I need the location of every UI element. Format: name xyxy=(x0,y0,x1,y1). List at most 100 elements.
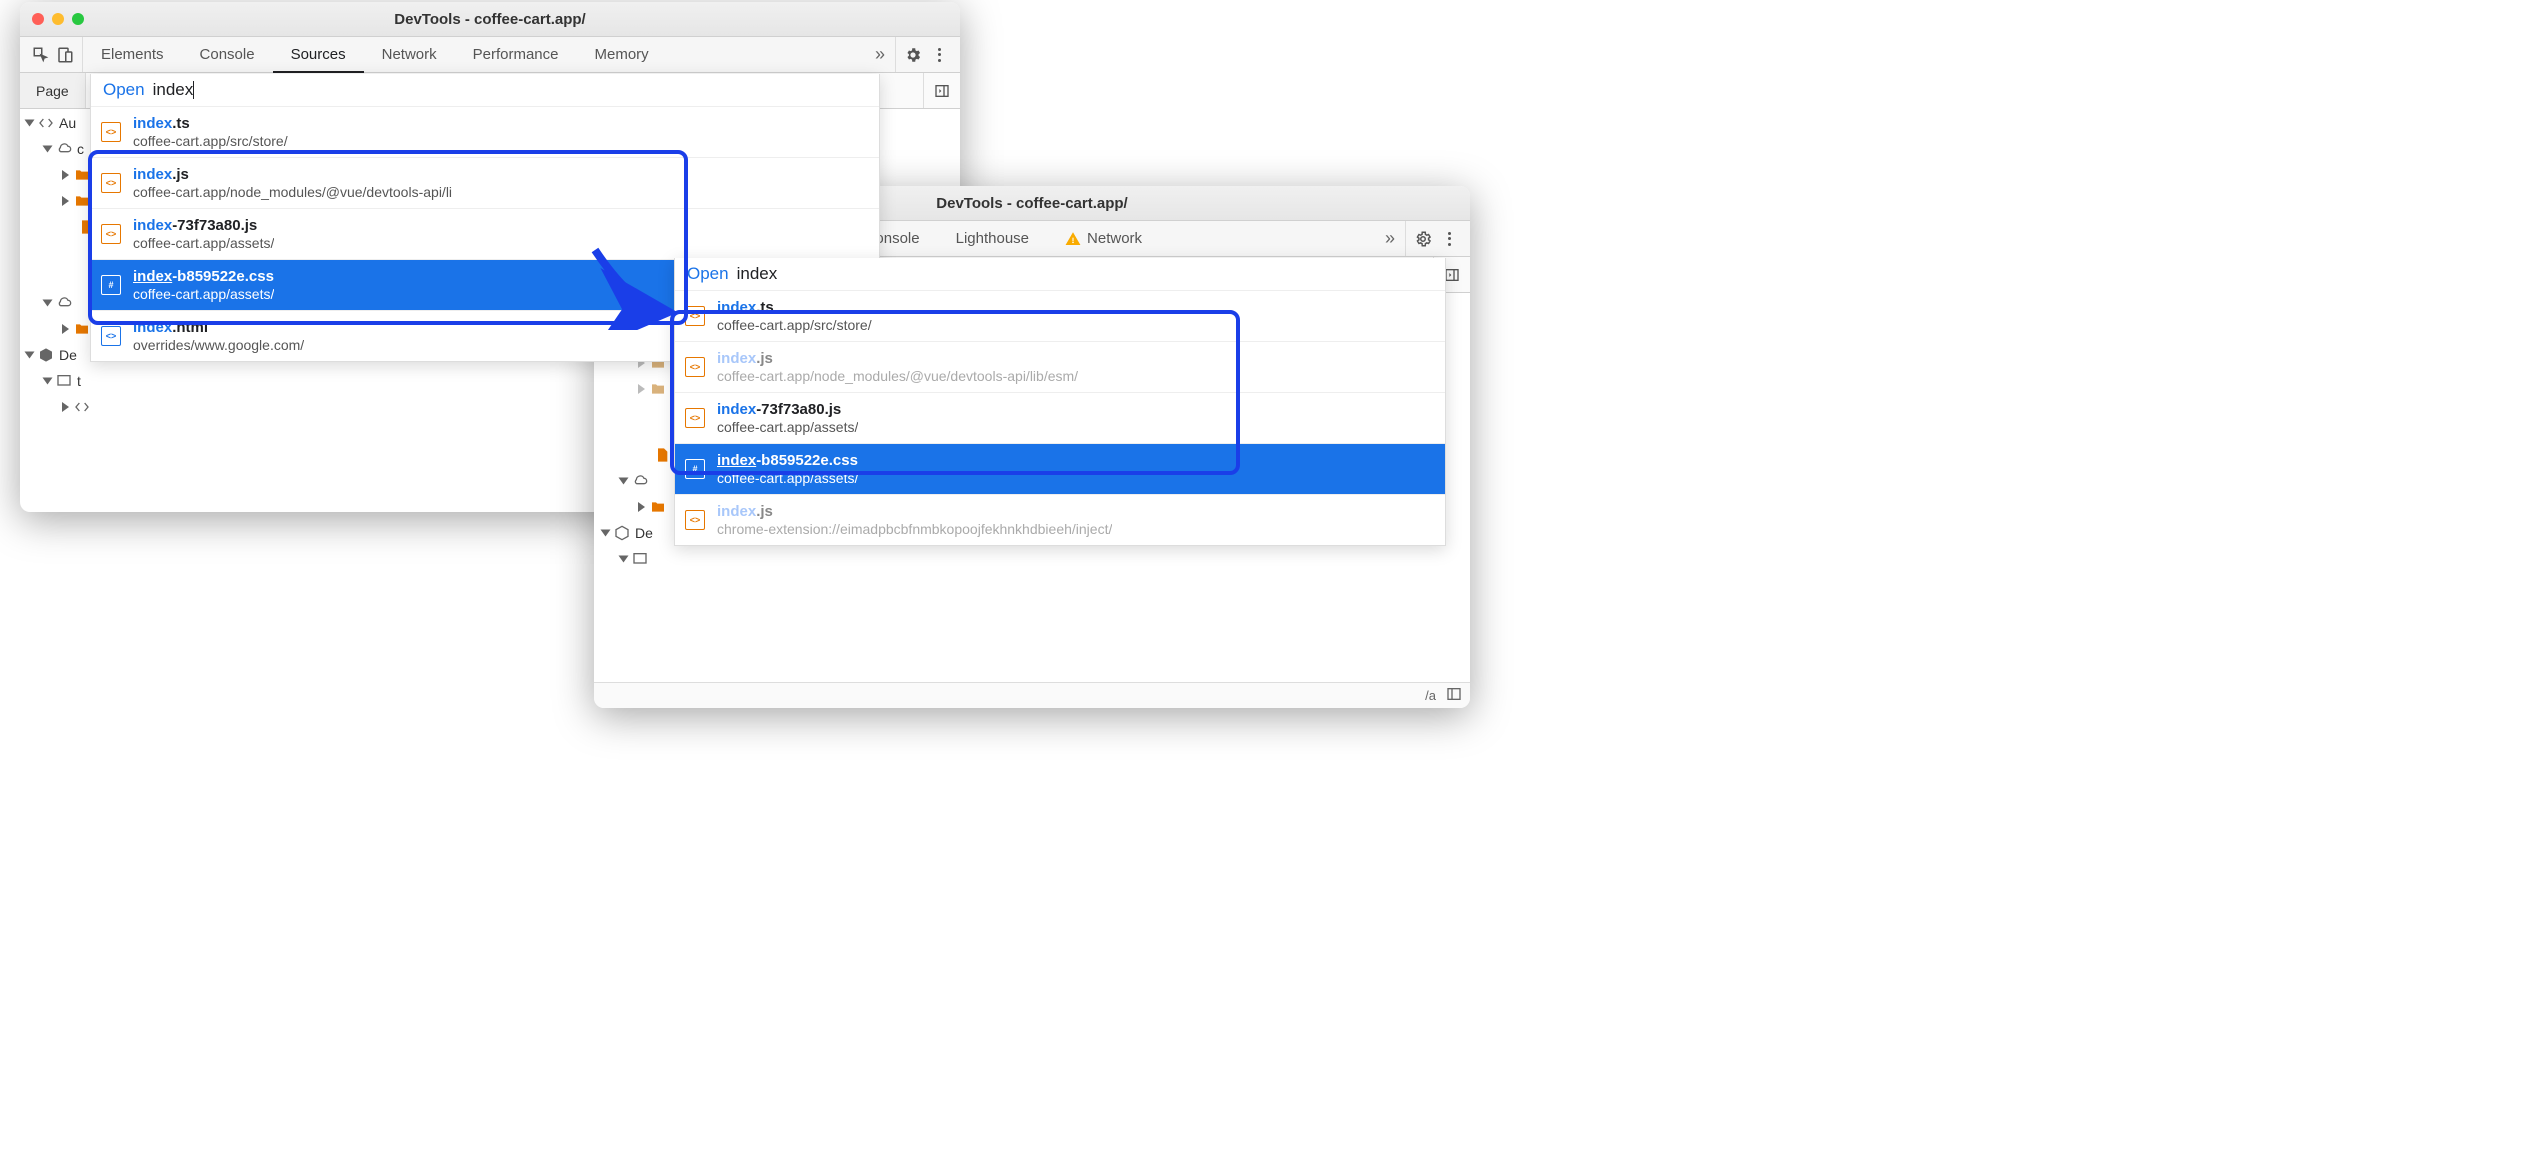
command-input-row[interactable]: Open index xyxy=(91,74,879,106)
suggestion-name: index.ts xyxy=(717,299,872,316)
folder-icon xyxy=(73,193,91,209)
command-query: index xyxy=(737,264,778,284)
collapse-panel-icon[interactable] xyxy=(934,83,950,99)
disclosure-icon[interactable] xyxy=(43,146,53,153)
suggestion-item[interactable]: <>index.jscoffee-cart.app/node_modules/@… xyxy=(91,157,879,208)
tree-row-de[interactable]: De xyxy=(602,520,671,546)
kebab-menu-icon[interactable] xyxy=(930,46,948,64)
tab-performance[interactable]: Performance xyxy=(455,37,577,72)
tree-row-file-a[interactable] xyxy=(26,214,95,240)
file-type-icon: # xyxy=(101,275,121,295)
file-type-icon: <> xyxy=(101,224,121,244)
suggestion-path: coffee-cart.app/assets/ xyxy=(133,286,274,302)
text-cursor xyxy=(193,81,194,99)
tree-row-cloud2[interactable] xyxy=(602,468,671,494)
tab-elements[interactable]: Elements xyxy=(83,37,182,72)
suggestion-name: index.ts xyxy=(133,115,288,132)
disclosure-icon[interactable] xyxy=(619,478,629,485)
file-type-icon: # xyxy=(685,459,705,479)
disclosure-icon[interactable] xyxy=(62,324,69,334)
suggestion-name: index.js xyxy=(717,350,1078,367)
maximize-icon[interactable] xyxy=(72,13,84,25)
tree-row-folder2[interactable] xyxy=(26,188,95,214)
panel-tabs: Elements Console Sources Network Perform… xyxy=(83,37,865,72)
tab-lighthouse[interactable]: Lighthouse xyxy=(938,221,1047,256)
disclosure-icon[interactable] xyxy=(62,170,69,180)
tab-network[interactable]: Network xyxy=(364,37,455,72)
gear-icon[interactable] xyxy=(1414,230,1432,248)
folder-icon xyxy=(73,167,91,183)
tree-row-cloud2[interactable] xyxy=(26,290,95,316)
suggestion-item[interactable]: <>index.tscoffee-cart.app/src/store/ xyxy=(675,290,1445,341)
tree-row-cloud[interactable]: c xyxy=(26,136,95,162)
cube-icon xyxy=(613,525,631,541)
tab-network[interactable]: Network xyxy=(1047,221,1160,256)
cube-icon xyxy=(37,347,55,363)
frame-icon xyxy=(631,551,649,567)
disclosure-icon[interactable] xyxy=(601,530,611,537)
tree-row-folder3[interactable] xyxy=(26,316,95,342)
command-label: Open xyxy=(103,80,145,100)
disclosure-icon[interactable] xyxy=(43,378,53,385)
disclosure-icon[interactable] xyxy=(25,120,35,127)
suggestion-item[interactable]: <>index-73f73a80.jscoffee-cart.app/asset… xyxy=(91,208,879,259)
suggestion-item[interactable]: <>index.tscoffee-cart.app/src/store/ xyxy=(91,106,879,157)
sidebar-toggle-icon[interactable] xyxy=(1446,686,1462,705)
tree-row-script[interactable] xyxy=(26,394,95,420)
suggestion-list-2: <>index.tscoffee-cart.app/src/store/<>in… xyxy=(675,290,1445,545)
devtools-window-2: DevTools - coffee-cart.app/ Elements Sou… xyxy=(594,186,1470,708)
inspect-icon[interactable] xyxy=(32,46,50,64)
traffic-lights xyxy=(32,13,84,25)
subtab-page[interactable]: Page xyxy=(20,73,86,108)
tab-overflow-icon[interactable]: » xyxy=(865,44,895,65)
disclosure-icon[interactable] xyxy=(638,502,645,512)
toolbar-left-icons xyxy=(24,37,83,72)
suggestion-item[interactable]: <>index-73f73a80.jscoffee-cart.app/asset… xyxy=(675,392,1445,443)
tab-overflow-icon[interactable]: » xyxy=(1375,228,1405,249)
close-icon[interactable] xyxy=(32,13,44,25)
tab-memory[interactable]: Memory xyxy=(577,37,667,72)
main-toolbar: Elements Console Sources Network Perform… xyxy=(20,37,960,73)
file-type-icon: <> xyxy=(685,357,705,377)
cloud-icon xyxy=(55,295,73,311)
disclosure-icon[interactable] xyxy=(638,384,645,394)
disclosure-icon[interactable] xyxy=(62,196,69,206)
file-type-icon: <> xyxy=(685,510,705,530)
suggestion-item[interactable]: <>index.jschrome-extension://eimadpbcbfn… xyxy=(675,494,1445,545)
disclosure-icon[interactable] xyxy=(619,556,629,563)
file-type-icon: <> xyxy=(101,173,121,193)
suggestion-name: index-b859522e.css xyxy=(717,452,858,469)
disclosure-icon[interactable] xyxy=(62,402,69,412)
command-input-row[interactable]: Open index xyxy=(675,258,1445,290)
folder-icon xyxy=(649,381,667,397)
arrow-icon xyxy=(585,240,695,330)
minimize-icon[interactable] xyxy=(52,13,64,25)
tree-row-folder1[interactable] xyxy=(26,162,95,188)
tree-row-auth[interactable]: Au xyxy=(26,110,95,136)
warn-icon xyxy=(1065,231,1081,247)
tree-row-file[interactable] xyxy=(602,442,671,468)
tree-row-frame[interactable]: t xyxy=(26,368,95,394)
gear-icon[interactable] xyxy=(904,46,922,64)
suggestion-path: coffee-cart.app/src/store/ xyxy=(717,317,872,333)
tab-console[interactable]: Console xyxy=(182,37,273,72)
frame-icon xyxy=(55,373,73,389)
device-toggle-icon[interactable] xyxy=(56,46,74,64)
command-menu-2[interactable]: Open index <>index.tscoffee-cart.app/src… xyxy=(674,258,1446,546)
collapse-panel-icon[interactable] xyxy=(1444,267,1460,283)
script-icon xyxy=(37,115,55,131)
suggestion-item[interactable]: # index-b859522e.csscoffee-cart.app/asset… xyxy=(675,443,1445,494)
suggestion-item[interactable]: <>index.jscoffee-cart.app/node_modules/@… xyxy=(675,341,1445,392)
disclosure-icon[interactable] xyxy=(25,352,35,359)
kebab-menu-icon[interactable] xyxy=(1440,230,1458,248)
suggestion-path: coffee-cart.app/assets/ xyxy=(717,470,858,486)
tab-sources[interactable]: Sources xyxy=(273,37,364,72)
tree-row-frame[interactable] xyxy=(602,546,671,572)
tree-row-folder-b[interactable] xyxy=(602,376,671,402)
titlebar: DevTools - coffee-cart.app/ xyxy=(20,2,960,37)
suggestion-path: coffee-cart.app/assets/ xyxy=(133,235,274,251)
cloud-icon xyxy=(55,141,73,157)
tree-row-de[interactable]: De xyxy=(26,342,95,368)
tree-row-folder-c[interactable] xyxy=(602,494,671,520)
disclosure-icon[interactable] xyxy=(43,300,53,307)
